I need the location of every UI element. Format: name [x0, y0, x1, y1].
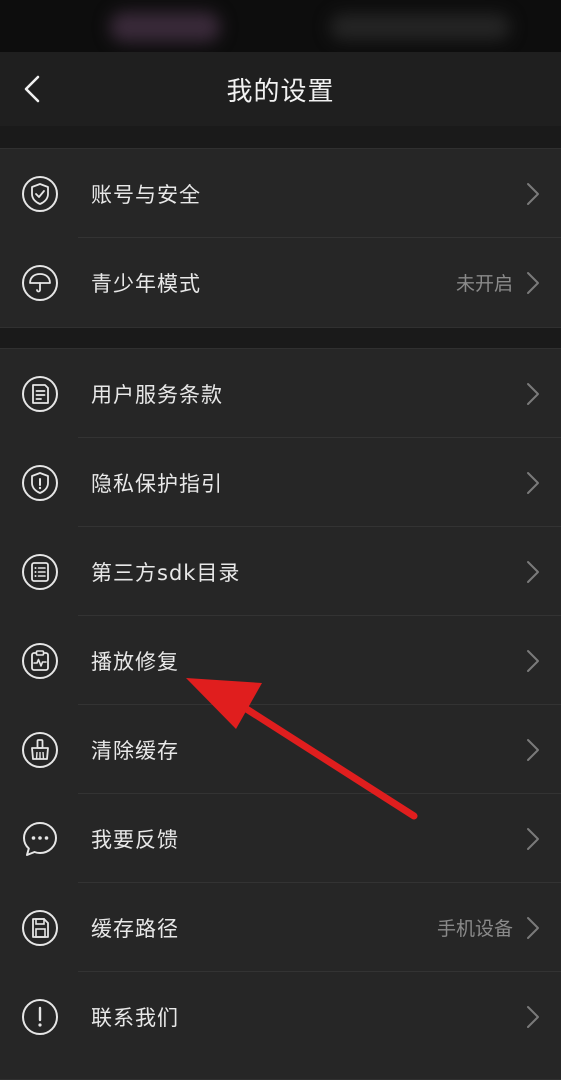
exclamation-icon: [21, 998, 59, 1036]
settings-row-label: 第三方sdk目录: [91, 560, 241, 585]
app-header: 我的设置: [0, 52, 561, 126]
document-icon: [21, 375, 59, 413]
settings-group-account: 账号与安全 青少年模式 未开启: [0, 148, 561, 328]
status-bar: [0, 0, 561, 52]
settings-row-label: 清除缓存: [91, 738, 179, 763]
settings-row-terms[interactable]: 用户服务条款: [0, 349, 561, 438]
settings-row-label: 青少年模式: [91, 271, 201, 296]
chevron-right-icon: [527, 561, 539, 583]
list-icon: [21, 553, 59, 591]
page-title: 我的设置: [226, 76, 335, 107]
settings-row-privacy[interactable]: 隐私保护指引: [0, 438, 561, 527]
settings-row-feedback[interactable]: 我要反馈: [0, 794, 561, 883]
umbrella-icon: [21, 264, 59, 302]
status-blur-left: [110, 12, 220, 42]
settings-row-label: 账号与安全: [91, 182, 201, 207]
chat-bubble-icon: [21, 820, 59, 858]
shield-check-icon: [21, 175, 59, 213]
chevron-right-icon: [527, 272, 539, 294]
settings-row-label: 我要反馈: [91, 827, 179, 852]
settings-row-value: 未开启: [455, 273, 513, 295]
section-gap: [0, 126, 561, 148]
storage-card-icon: [21, 909, 59, 947]
chevron-right-icon: [527, 828, 539, 850]
clipboard-pulse-icon: [21, 642, 59, 680]
settings-row-clear-cache[interactable]: 清除缓存: [0, 705, 561, 794]
settings-row-sdk-list[interactable]: 第三方sdk目录: [0, 527, 561, 616]
status-blur-right: [330, 14, 510, 40]
chevron-right-icon: [527, 650, 539, 672]
settings-row-cache-path[interactable]: 缓存路径 手机设备: [0, 883, 561, 972]
chevron-right-icon: [527, 1006, 539, 1028]
settings-row-label: 缓存路径: [91, 916, 179, 941]
settings-row-contact-us[interactable]: 联系我们: [0, 972, 561, 1061]
settings-row-account-security[interactable]: 账号与安全: [0, 149, 561, 238]
settings-row-value: 手机设备: [436, 918, 513, 940]
section-gap: [0, 328, 561, 348]
chevron-right-icon: [527, 917, 539, 939]
chevron-right-icon: [527, 383, 539, 405]
chevron-right-icon: [527, 472, 539, 494]
settings-row-label: 联系我们: [91, 1005, 179, 1030]
broom-icon: [21, 731, 59, 769]
chevron-right-icon: [527, 183, 539, 205]
settings-row-label: 播放修复: [91, 649, 179, 674]
privacy-shield-icon: [21, 464, 59, 502]
chevron-left-icon: [24, 75, 40, 103]
settings-row-teen-mode[interactable]: 青少年模式 未开启: [0, 238, 561, 327]
settings-row-playback-repair[interactable]: 播放修复: [0, 616, 561, 705]
settings-row-label: 用户服务条款: [91, 382, 223, 407]
chevron-right-icon: [527, 739, 539, 761]
settings-group-general: 用户服务条款 隐私保护指引 第三方sdk目录 播放修复 清除缓存 我要反馈 缓存…: [0, 348, 561, 1080]
back-button[interactable]: [10, 66, 54, 112]
settings-row-label: 隐私保护指引: [91, 471, 223, 496]
